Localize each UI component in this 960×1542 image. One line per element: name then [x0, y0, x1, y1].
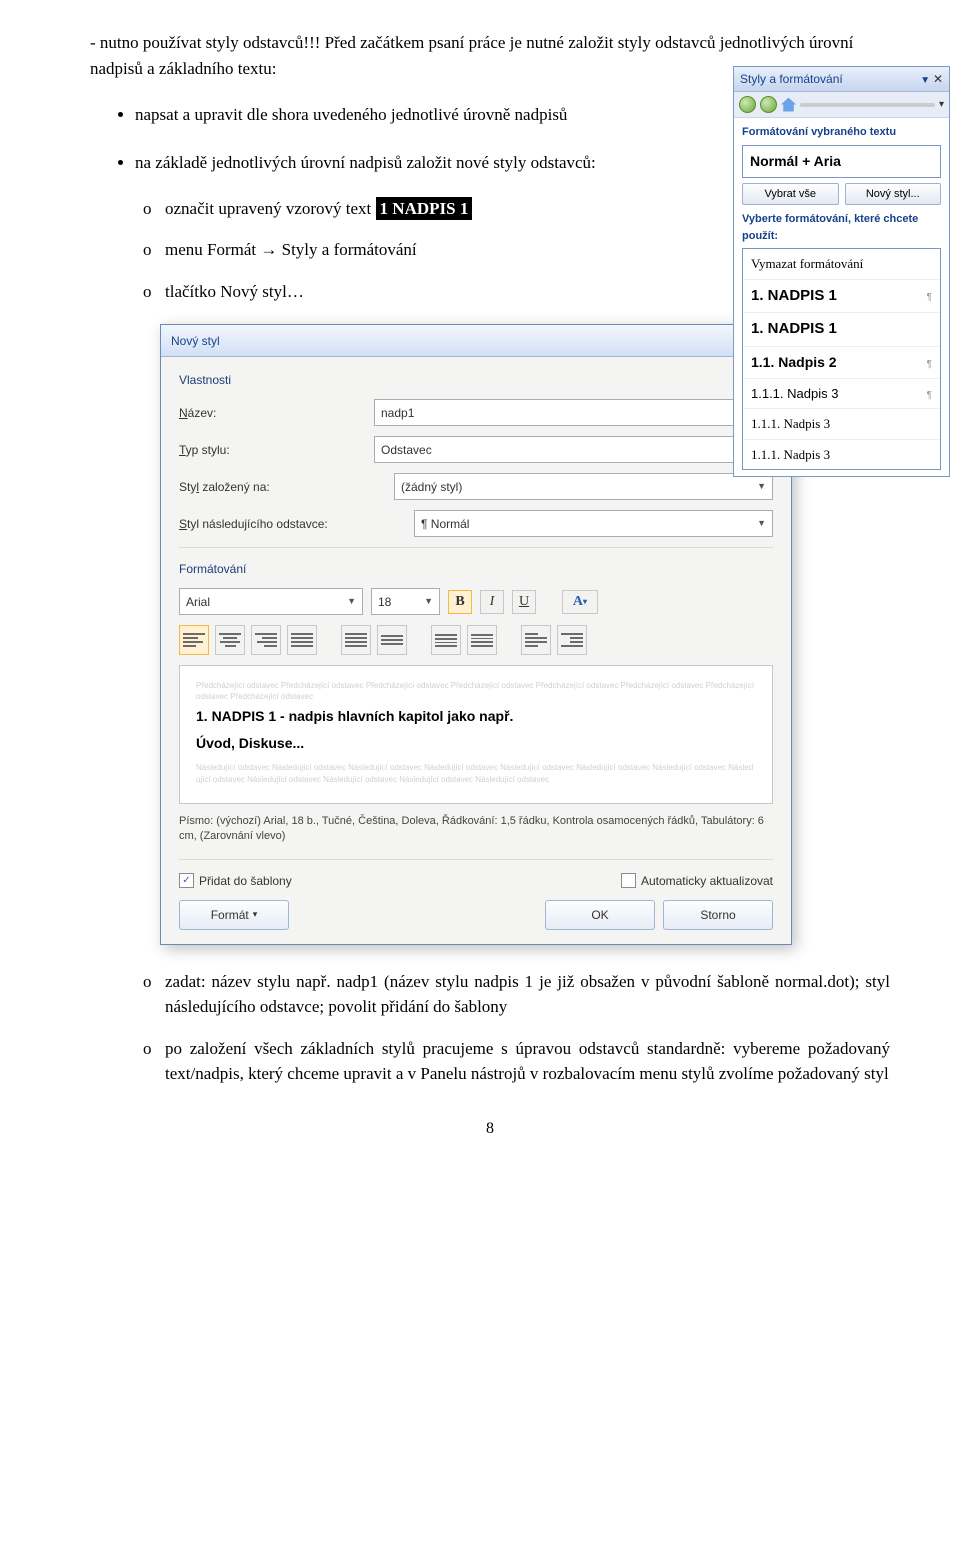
italic-button[interactable]: I [480, 590, 504, 614]
pane-section1-label: Formátování vybraného textu [742, 124, 941, 141]
align-left-button[interactable] [179, 625, 209, 655]
pane-titlebar: Styly a formátování ▼ ✕ [734, 67, 949, 92]
style-item-nadpis3[interactable]: 1.1.1. Nadpis 3¶ [743, 379, 940, 410]
dialog-title: Nový styl [171, 332, 220, 350]
preview-main-1: 1. NADPIS 1 - nadpis hlavních kapitol ja… [196, 706, 756, 727]
pane-toolbar: ▾ [734, 92, 949, 118]
style-item-clear[interactable]: Vymazat formátování [743, 249, 940, 280]
back-icon[interactable] [739, 96, 756, 113]
style-list[interactable]: Vymazat formátování 1. NADPIS 1¶ 1. NADP… [742, 248, 941, 470]
chevron-down-icon[interactable]: ▼ [757, 480, 766, 494]
label-name: Název: [179, 404, 354, 422]
select-all-button[interactable]: Vybrat vše [742, 183, 839, 206]
page-number: 8 [90, 1117, 890, 1141]
line-spacing-2-button[interactable] [377, 625, 407, 655]
align-center-button[interactable] [215, 625, 245, 655]
forward-icon[interactable] [760, 96, 777, 113]
styles-task-pane: Styly a formátování ▼ ✕ ▾ Formátování vy… [733, 66, 950, 477]
new-style-dialog: Nový styl ✕ Vlastnosti Název: nadp1 Typ … [160, 324, 792, 945]
spacing-before-button[interactable] [431, 625, 461, 655]
size-select[interactable]: 18▼ [371, 588, 440, 615]
bold-button[interactable]: B [448, 590, 472, 614]
style-item-nadpis3b[interactable]: 1.1.1. Nadpis 3 [743, 409, 940, 440]
preview-ghost-before: Předcházející odstavec Předcházející ods… [196, 680, 756, 702]
select-type[interactable]: Odstavec▼ [374, 436, 773, 463]
group-formatting: Formátování [179, 560, 773, 578]
group-properties: Vlastnosti [179, 371, 773, 389]
auto-update-checkbox[interactable]: Automaticky aktualizovat [621, 872, 773, 890]
preview-main-2: Úvod, Diskuse... [196, 733, 756, 754]
checkbox-checked-icon: ✓ [179, 873, 194, 888]
toolbar-separator [800, 103, 935, 107]
underline-button[interactable]: U [512, 590, 536, 614]
highlighted-heading-sample: 1 NADPIS 1 [376, 197, 473, 220]
align-right-button[interactable] [251, 625, 281, 655]
label-based: Styl založený na: [179, 478, 354, 496]
select-based-on[interactable]: (žádný styl)▼ [394, 473, 773, 500]
preview-ghost-after: Následující odstavec Následující odstave… [196, 762, 756, 784]
font-color-button[interactable]: A ▾ [562, 590, 598, 614]
cancel-button[interactable]: Storno [663, 900, 773, 930]
increase-indent-button[interactable] [557, 625, 587, 655]
sub-1-text: označit upravený vzorový text [165, 199, 376, 218]
line-spacing-1-button[interactable] [341, 625, 371, 655]
label-type: Typ stylu: [179, 441, 354, 459]
spacing-after-button[interactable] [467, 625, 497, 655]
style-description: Písmo: (výchozí) Arial, 18 b., Tučné, Če… [179, 814, 773, 845]
checkbox-unchecked-icon [621, 873, 636, 888]
decrease-indent-button[interactable] [521, 625, 551, 655]
pane-section2-label: Vyberte formátování, které chcete použít… [742, 211, 941, 244]
new-style-button[interactable]: Nový styl... [845, 183, 942, 206]
style-preview: Předcházející odstavec Předcházející ods… [179, 665, 773, 804]
close-icon[interactable]: ✕ [933, 72, 943, 86]
style-item-nadpis3c[interactable]: 1.1.1. Nadpis 3 [743, 440, 940, 470]
input-name[interactable]: nadp1 [374, 399, 773, 426]
current-format-box[interactable]: Normál + Aria [742, 145, 941, 178]
home-icon[interactable] [781, 98, 796, 112]
font-select[interactable]: Arial▼ [179, 588, 363, 615]
format-menu-button[interactable]: Formát▾ [179, 900, 289, 930]
ok-button[interactable]: OK [545, 900, 655, 930]
align-justify-button[interactable] [287, 625, 317, 655]
chevron-down-icon[interactable]: ▾ [939, 97, 944, 112]
style-item-nadpis2[interactable]: 1.1. Nadpis 2¶ [743, 347, 940, 379]
style-item-nadpis1[interactable]: 1. NADPIS 1¶ [743, 280, 940, 314]
select-next-style[interactable]: ¶ Normál▼ [414, 510, 773, 537]
chevron-down-icon[interactable]: ▼ [757, 517, 766, 531]
label-next: Styl následujícího odstavce: [179, 515, 354, 533]
pane-title: Styly a formátování [740, 70, 843, 88]
sub-4: zadat: název stylu např. nadp1 (název st… [165, 969, 890, 1020]
pane-dropdown-icon[interactable]: ▼ ✕ [920, 70, 943, 88]
style-item-nadpis1b[interactable]: 1. NADPIS 1 [743, 313, 940, 347]
sub-5: po založení všech základních stylů pracu… [165, 1036, 890, 1087]
add-to-template-checkbox[interactable]: ✓ Přidat do šablony [179, 872, 292, 890]
